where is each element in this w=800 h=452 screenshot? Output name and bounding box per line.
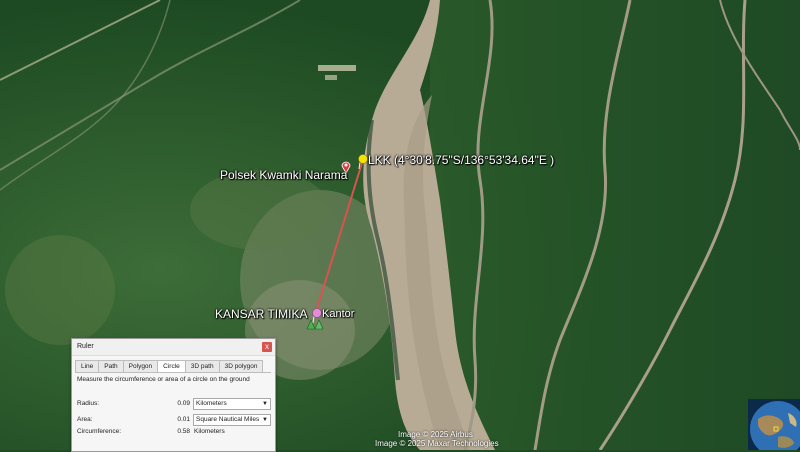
area-unit-select[interactable]: Square Nautical Miles ▼ [193, 414, 271, 426]
tab-polygon[interactable]: Polygon [122, 360, 159, 372]
chevron-down-icon: ▼ [262, 401, 268, 407]
circumference-label: Circumference: [77, 428, 122, 435]
polsek-label[interactable]: Polsek Kwamki Narama [220, 168, 347, 182]
tab-3d-polygon[interactable]: 3D polygon [218, 360, 264, 372]
area-unit: Square Nautical Miles [196, 416, 260, 423]
lkk-label[interactable]: LKK (4°30'8.75"S/136°53'34.64"E ) [368, 153, 554, 167]
circumference-value: 0.58 [177, 428, 190, 435]
overview-globe[interactable] [748, 399, 800, 450]
ruler-tabs: Line Path Polygon Circle 3D path 3D poly… [75, 360, 264, 373]
radius-label: Radius: [77, 400, 100, 407]
chevron-down-icon: ▼ [262, 417, 268, 423]
ruler-titlebar[interactable]: Ruler x [72, 339, 275, 356]
kansar-label[interactable]: KANSAR TIMIKA [215, 307, 307, 321]
yellow-pushpin-icon[interactable] [356, 153, 368, 169]
tab-line[interactable]: Line [75, 360, 100, 372]
radius-unit: Kilometers [196, 400, 227, 407]
attribution-airbus: Image © 2025 Airbus [398, 430, 473, 439]
radius-value: 0.09 [177, 400, 190, 407]
tab-3d-path[interactable]: 3D path [184, 360, 220, 372]
ruler-description: Measure the circumference or area of a c… [77, 376, 250, 383]
radius-unit-select[interactable]: Kilometers ▼ [193, 398, 271, 410]
ruler-title: Ruler [77, 343, 94, 350]
tab-path[interactable]: Path [98, 360, 124, 372]
area-label: Area: [77, 416, 93, 423]
ruler-dialog[interactable]: Ruler x Line Path Polygon Circle 3D path… [71, 338, 276, 452]
circumference-unit: Kilometers [194, 428, 225, 435]
area-value: 0.01 [177, 416, 190, 423]
close-icon[interactable]: x [262, 342, 272, 352]
kantor-label[interactable]: Kantor [322, 308, 354, 320]
attribution-maxar: Image © 2025 Maxar Technologies [375, 439, 499, 448]
